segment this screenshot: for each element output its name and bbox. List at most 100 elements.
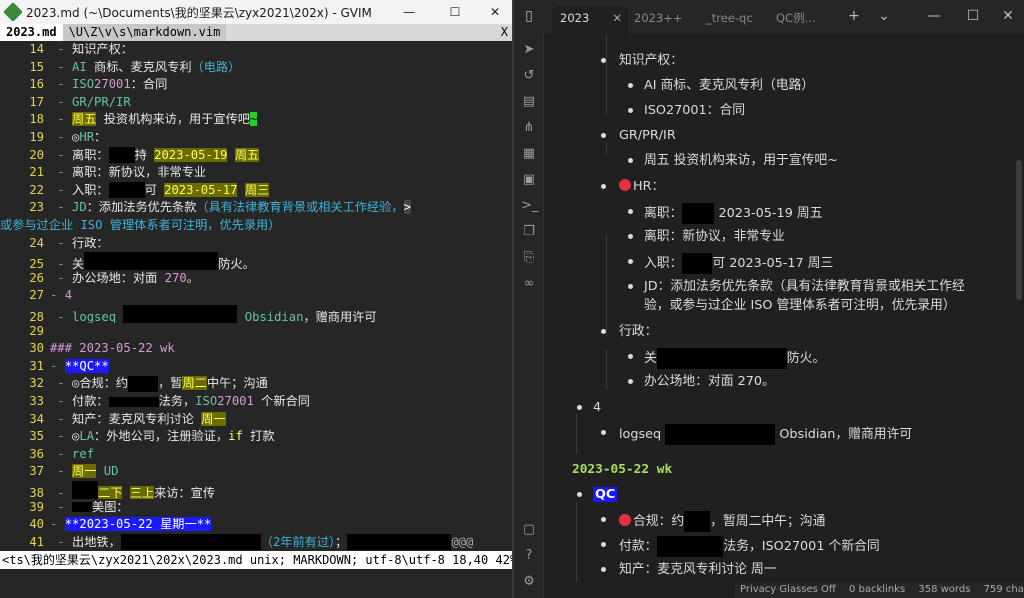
note-preview[interactable]: 知识产权： AI 商标、麦克风专利（电路） ISO27001：合同 GR/PR/… — [544, 34, 1024, 582]
vim-editor[interactable]: 14 - 知识产权： 15 - AI 商标、麦克风专利（电路） 16 - ISO… — [0, 41, 512, 551]
privacy-glasses-status[interactable]: Privacy Glasses Off — [740, 584, 836, 595]
list-item: 离职： 2023-05-19 周五 — [644, 203, 823, 224]
editor-line: 20 - 离职：持 2023-05-19 周五 — [29, 147, 260, 164]
tab-close-icon[interactable]: ✕ — [612, 6, 622, 30]
editor-line: 31- **QC** — [29, 358, 109, 373]
list-item: logseq Obsidian，赠商用许可 — [619, 424, 912, 445]
vim-statusline: <ts\我的坚果云\zyx2021\202x\2023.md unix; MAR… — [0, 551, 512, 569]
editor-line: 或参与过企业 ISO 管理体系者可注明，优先录用） — [0, 218, 281, 232]
obsidian-window: ▯ 2023 ✕ 2023++ _tree-qc QC例... + ⌄ — ☐ ✕… — [514, 0, 1024, 598]
sidebar-toggle-icon[interactable]: ▯ — [519, 6, 539, 26]
ribbon: ➤ ↺ ▤ ⋔ ▦ ▣ >_ ❐ ⎘ ∞ ▢ ? ⚙ — [514, 34, 544, 598]
maximize-button[interactable]: ☐ — [438, 0, 472, 24]
canvas-icon[interactable]: ▦ — [521, 146, 537, 162]
tab-tree-qc[interactable]: _tree-qc — [698, 6, 770, 34]
copy-icon[interactable]: ❐ — [521, 224, 537, 240]
editor-line: 38 - 二下 三上来访：宣传 — [0, 481, 512, 499]
status-bar: Privacy Glasses Off 0 backlinks 358 word… — [734, 582, 1024, 598]
new-note-icon[interactable]: ▤ — [521, 94, 537, 110]
editor-line: 41 - 出地铁， （2年前有过）； @@@ — [29, 534, 474, 551]
editor-line: 23 - JD：添加法务优先条款（具有法律教育背景或相关工作经验，> — [29, 200, 411, 215]
editor-line: 39 - 美图： — [29, 499, 129, 514]
editor-line: 40- **2023-05-22 星期一** — [29, 517, 212, 532]
list-item-continued: 验，或参与过企业 ISO 管理体系者可注明，优先录用） — [644, 298, 956, 313]
editor-line: 19 - ◎HR： — [29, 130, 107, 144]
obsidian-tabbar: ▯ 2023 ✕ 2023++ _tree-qc QC例... + ⌄ — ☐ ✕ — [514, 0, 1024, 34]
editor-line: 21 - 离职：新协议，非常专业 — [29, 165, 207, 180]
editor-line: 25 - 关防火。 — [0, 252, 512, 270]
editor-line: 18 - 周五 投资机构来访，用于宣传吧~ — [29, 112, 258, 127]
char-count: 759 characters — [983, 584, 1024, 595]
red-circle-icon — [619, 514, 631, 526]
list-item: 知识产权： — [619, 53, 683, 68]
tab-2023[interactable]: 2023 ✕ — [552, 6, 628, 34]
obs-minimize-button[interactable]: — — [924, 6, 944, 26]
editor-line: 17 - GR/PR/IR — [29, 94, 131, 109]
graph-icon[interactable]: ⋔ — [521, 120, 537, 136]
scrollbar[interactable] — [1016, 160, 1022, 300]
vim-app-icon — [3, 2, 23, 22]
glasses-icon[interactable]: ∞ — [521, 276, 537, 292]
calendar-icon[interactable]: ▣ — [521, 172, 537, 188]
list-item: 付款： 法务，ISO27001 个新合同 — [619, 536, 880, 557]
vim-command-line[interactable] — [0, 569, 512, 598]
send-icon[interactable]: ➤ — [521, 42, 537, 58]
gvim-window: 2023.md (~\Documents\我的坚果云\zyx2021\202x)… — [0, 0, 512, 598]
editor-line: 26 - 办公场地：对面 270。 — [29, 270, 199, 285]
list-item: ISO27001：合同 — [644, 103, 746, 118]
editor-line: 32 - ◎合规：约 ，暂周二中午；沟通 — [29, 375, 268, 392]
list-item: 合规：约 ，暂周二中午；沟通 — [619, 511, 825, 532]
attachment-icon[interactable]: ⎘ — [521, 250, 537, 266]
gvim-window-title: 2023.md (~\Documents\我的坚果云\zyx2021\202x)… — [26, 5, 372, 20]
list-item: 知产：麦克风专利讨论 周一 — [619, 562, 777, 577]
settings-gear-icon[interactable]: ⚙ — [521, 574, 537, 590]
list-item: QC — [593, 487, 618, 502]
history-icon[interactable]: ↺ — [521, 68, 537, 84]
list-item: HR： — [619, 178, 664, 196]
list-item: 行政： — [619, 324, 658, 339]
red-circle-icon — [619, 179, 631, 191]
tab-markdown-vim[interactable]: \U\Z\v\s\markdown.vim — [62, 24, 227, 41]
editor-line: 28 - logseq Obsidian，赠商用许可 — [0, 305, 512, 323]
help-icon[interactable]: ? — [521, 548, 537, 564]
terminal-icon[interactable]: >_ — [521, 198, 538, 214]
obs-close-button[interactable]: ✕ — [998, 6, 1018, 26]
gvim-titlebar: 2023.md (~\Documents\我的坚果云\zyx2021\202x)… — [0, 0, 512, 24]
vault-icon[interactable]: ▢ — [521, 522, 537, 538]
close-button[interactable]: ✕ — [478, 0, 512, 24]
minimize-button[interactable]: — — [392, 0, 426, 24]
list-item: 办公场地：对面 270。 — [644, 374, 775, 389]
list-item: 离职：新协议，非常专业 — [644, 229, 785, 244]
editor-line: 36 - ref — [29, 446, 95, 461]
editor-line: 35 - ◎LA：外地公司，注册验证，if 打款 — [29, 429, 275, 444]
editor-line: 15 - AI 商标、麦克风专利（电路） — [29, 59, 241, 74]
backlinks-count[interactable]: 0 backlinks — [849, 584, 905, 595]
editor-line: 16 - ISO27001：合同 — [29, 77, 168, 92]
obs-maximize-button[interactable]: ☐ — [963, 6, 983, 26]
gvim-tabline: 2023.md \U\Z\v\s\markdown.vim X — [0, 24, 512, 41]
word-count: 358 words — [918, 584, 971, 595]
note-heading: 2023-05-22 wk — [572, 462, 673, 477]
editor-line: 34 - 知产：麦克风专利讨论 周一 — [29, 411, 226, 426]
editor-line: 33 - 付款： 法务，ISO27001 个新合同 — [29, 394, 310, 408]
editor-line: 37 - 周一 UD — [29, 464, 119, 479]
tab-list-dropdown[interactable]: ⌄ — [874, 6, 894, 26]
list-item: 入职：可 2023-05-17 周三 — [644, 253, 833, 274]
list-item: 关防火。 — [644, 348, 825, 369]
new-tab-button[interactable]: + — [844, 6, 864, 26]
editor-line: 29 — [29, 323, 44, 338]
tab-2023-plus[interactable]: 2023++ — [626, 6, 700, 34]
list-item: JD：添加法务优先条款（具有法律教育背景或相关工作经 — [644, 279, 965, 294]
editor-line: 14 - 知识产权： — [29, 42, 133, 56]
tab-qc-example[interactable]: QC例... — [768, 6, 834, 34]
list-item: 周五 投资机构来访，用于宣传吧~ — [644, 153, 838, 168]
list-item: AI 商标、麦克风专利（电路） — [644, 78, 815, 93]
list-item: 4 — [593, 400, 602, 415]
editor-line: 22 - 入职：可 2023-05-17 周三 — [29, 182, 270, 199]
tab-close-button[interactable]: X — [501, 24, 508, 41]
tab-2023-md[interactable]: 2023.md — [0, 24, 63, 41]
editor-line: 30 ### 2023-05-22 wk — [29, 341, 175, 356]
list-item: GR/PR/IR — [619, 128, 676, 143]
editor-line: 27- 4 — [29, 288, 73, 303]
editor-line: 24 - 行政： — [29, 235, 109, 250]
